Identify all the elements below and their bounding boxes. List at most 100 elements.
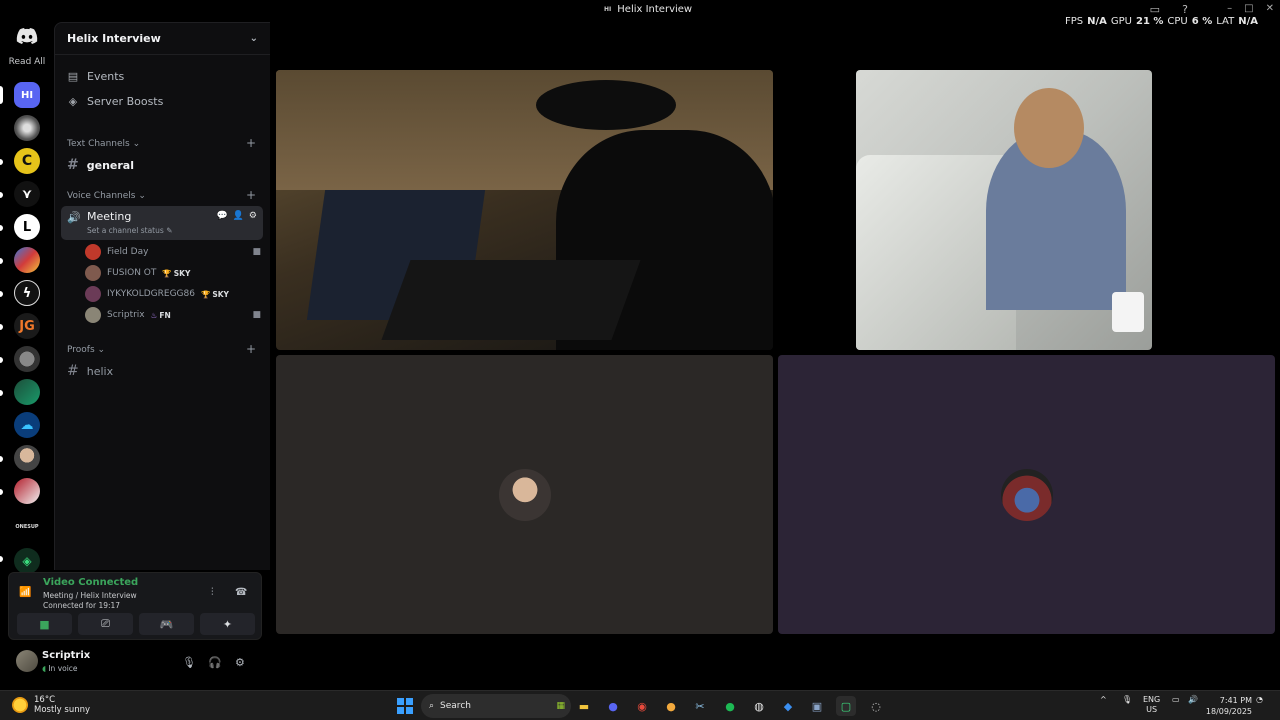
taskbar-search[interactable]: ⌕ Search ▦ — [421, 694, 571, 718]
disconnect-icon[interactable]: ☎ — [235, 587, 247, 598]
voice-member[interactable]: IYKYKOLDGREGG86 🏆 SKY — [85, 286, 261, 302]
chat-icon[interactable]: 💬 — [216, 211, 227, 221]
chevron-up-icon[interactable]: ^ — [1100, 695, 1107, 704]
voice-member[interactable]: Field Day ■ — [85, 244, 261, 260]
maximize-icon[interactable]: □ — [1244, 3, 1253, 14]
vscode-icon[interactable]: ◆ — [778, 696, 798, 716]
soundboard-button[interactable]: ✦ — [200, 613, 255, 635]
read-all-button[interactable]: Read All — [0, 57, 54, 67]
server-icon-9[interactable] — [14, 346, 40, 372]
server-icon-3[interactable]: C — [14, 148, 40, 174]
snipping-tool-icon[interactable]: ✂ — [690, 696, 710, 716]
server-icon-onesup[interactable]: ONESUP — [14, 514, 40, 540]
events-item[interactable]: ▤ Events — [67, 70, 124, 83]
guild-header[interactable]: Helix Interview ⌄ — [55, 23, 270, 55]
proofs-category[interactable]: Proofs ⌄ + — [67, 343, 256, 355]
invite-icon[interactable]: 👤 — [233, 211, 244, 221]
notifications-icon[interactable]: ◔ — [1256, 695, 1263, 704]
avatar[interactable] — [16, 650, 38, 672]
channel-general[interactable]: # general — [67, 157, 134, 173]
search-placeholder: Search — [440, 701, 471, 711]
server-boosts-item[interactable]: ◈ Server Boosts — [67, 95, 164, 108]
video-tile-4[interactable] — [778, 355, 1275, 634]
server-icon-4[interactable]: ⋎ — [14, 181, 40, 207]
add-channel-icon[interactable]: + — [246, 343, 256, 355]
set-channel-status[interactable]: Set a channel status ✎ — [87, 226, 172, 235]
language-indicator[interactable]: ENG US — [1143, 695, 1160, 715]
headphones-icon[interactable]: 🎧 — [208, 656, 222, 669]
microphone-icon[interactable]: 🎙 — [182, 656, 196, 669]
close-icon[interactable]: ✕ — [1266, 3, 1274, 14]
server-icon-11[interactable]: ☁ — [14, 412, 40, 438]
server-helix-interview[interactable]: HI — [14, 82, 40, 108]
video-tile-2[interactable] — [856, 70, 1152, 350]
channel-helix-label: helix — [86, 364, 114, 378]
gear-icon[interactable]: ⚙ — [235, 656, 245, 669]
weather-temp: 16°C — [34, 695, 56, 705]
video-camera-icon: ■ — [39, 617, 50, 631]
camera-button[interactable]: ■ — [17, 613, 72, 635]
discord-home-icon[interactable] — [16, 28, 38, 44]
voice-channel-meeting[interactable]: 🔊 Meeting Set a channel status ✎ 💬 👤 ⚙ — [61, 206, 263, 240]
server-icon-7[interactable]: ϟ — [14, 280, 40, 306]
server-icon-12[interactable] — [14, 445, 40, 471]
add-channel-icon[interactable]: + — [246, 189, 256, 201]
screen-share-icon: ⎚ — [101, 617, 110, 630]
video-tile-1[interactable] — [276, 70, 773, 350]
video-mug — [1112, 292, 1144, 332]
help-icon[interactable]: ? — [1182, 3, 1188, 16]
spotify-icon[interactable]: ● — [720, 696, 740, 716]
fps-value: N/A — [1087, 16, 1107, 27]
server-icon-5[interactable]: L — [14, 214, 40, 240]
voice-member[interactable]: FUSION OT 🏆 SKY — [85, 265, 261, 281]
voice-duration: Connected for 19:17 — [43, 601, 121, 610]
window-title-text: Helix Interview — [617, 4, 693, 15]
inbox-icon[interactable]: ▭ — [1150, 3, 1160, 16]
server-icon-10[interactable] — [14, 379, 40, 405]
speaker-icon: 🔊 — [67, 211, 81, 224]
trophy-icon: 🏆 — [162, 268, 172, 278]
signal-icon[interactable]: 📶 — [19, 587, 31, 598]
minimize-icon[interactable]: – — [1227, 3, 1232, 14]
camera-icon: ■ — [252, 247, 261, 257]
server-icon-jg[interactable]: JG — [14, 313, 40, 339]
voice-member[interactable]: Scriptrix ♨ FN ■ — [85, 307, 261, 323]
voice-location[interactable]: Meeting / Helix Interview — [43, 591, 137, 600]
member-tag: 🏆 SKY — [201, 290, 229, 299]
user-name[interactable]: Scriptrix — [42, 650, 90, 661]
app-icon[interactable]: ▣ — [807, 696, 827, 716]
network-icon[interactable]: ▭ — [1172, 695, 1180, 704]
github-icon[interactable]: ◍ — [749, 696, 769, 716]
weather-widget[interactable]: 16°C Mostly sunny — [12, 695, 90, 715]
voice-connection-panel: 📶 Video Connected Meeting / Helix Interv… — [8, 572, 262, 640]
app-icon[interactable]: ● — [661, 696, 681, 716]
server-icon-6[interactable] — [14, 247, 40, 273]
server-icon-2[interactable] — [14, 115, 40, 141]
server-icon-13[interactable] — [14, 478, 40, 504]
discord-taskbar-icon[interactable]: ● — [603, 696, 623, 716]
file-explorer-icon[interactable]: ▬ — [574, 696, 594, 716]
app-icon[interactable]: ◌ — [866, 696, 886, 716]
server-icon-small: HI — [604, 6, 612, 13]
clock[interactable]: 7:41 PM 18/09/2025 — [1206, 695, 1252, 717]
member-tag-text: SKY — [212, 289, 229, 299]
video-tile-3[interactable] — [276, 355, 773, 634]
text-channels-category[interactable]: Text Channels ⌄ + — [67, 137, 256, 149]
unread-indicator — [0, 390, 3, 396]
active-app-icon[interactable]: ▢ — [836, 696, 856, 716]
member-tag-text: SKY — [173, 268, 191, 278]
noise-suppression-icon[interactable]: ⫶ — [211, 587, 214, 598]
add-channel-icon[interactable]: + — [246, 137, 256, 149]
chrome-icon[interactable]: ◉ — [632, 696, 652, 716]
microphone-icon[interactable]: 🎙 — [1122, 695, 1132, 704]
voice-channels-category[interactable]: Voice Channels ⌄ + — [67, 189, 256, 201]
channel-helix[interactable]: # helix — [67, 363, 113, 379]
screen-share-button[interactable]: ⎚ — [78, 613, 133, 635]
server-icon-15[interactable]: ◈ — [14, 548, 40, 574]
volume-icon[interactable]: 🔊 — [1188, 695, 1198, 704]
activity-button[interactable]: 🎮 — [139, 613, 194, 635]
start-button[interactable] — [397, 698, 413, 714]
events-label: Events — [87, 70, 125, 83]
gear-icon[interactable]: ⚙ — [249, 211, 257, 221]
active-indicator — [0, 86, 3, 104]
